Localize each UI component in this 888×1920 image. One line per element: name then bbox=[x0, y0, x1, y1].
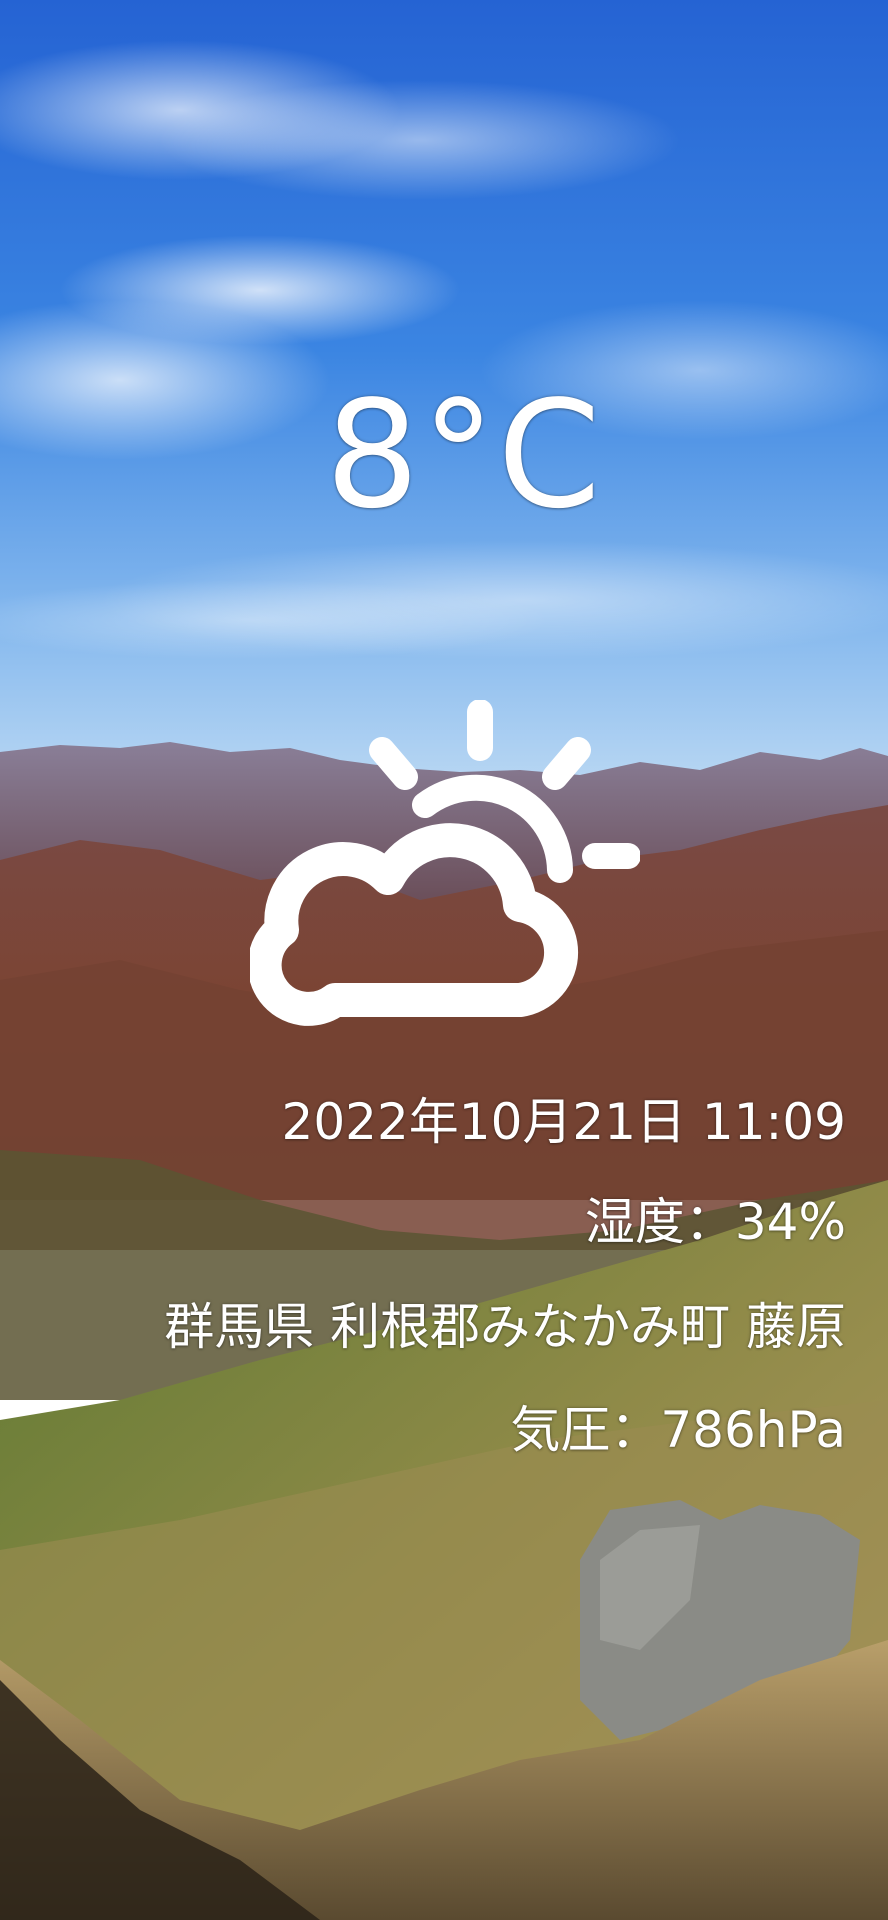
partly-cloudy-icon bbox=[250, 700, 640, 1026]
location-label: 群馬県 利根郡みなかみ町 藤原 bbox=[164, 1298, 846, 1356]
humidity-label: 湿度：34% bbox=[584, 1193, 846, 1251]
datetime-label: 2022年10月21日 11:09 bbox=[281, 1093, 846, 1151]
temperature-label: 8°C bbox=[325, 369, 603, 541]
pressure-label: 気圧：786hPa bbox=[510, 1401, 846, 1459]
